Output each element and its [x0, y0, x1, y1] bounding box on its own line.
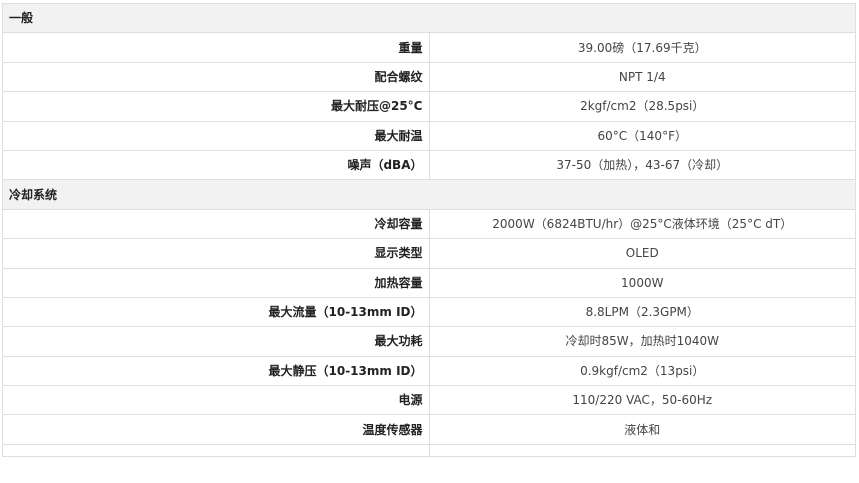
spec-table: 一般 重量 39.00磅（17.69千克） 配合螺纹 NPT 1/4 最大耐压@… [2, 2, 856, 457]
row-value: NPT 1/4 [428, 61, 856, 93]
table-row: 冷却容量 2000W（6824BTU/hr）@25°C液体环境（25°C dT） [2, 208, 856, 240]
table-row: 最大耐压@25°C 2kgf/cm2（28.5psi） [2, 91, 856, 122]
row-value: 8.8LPM（2.3GPM） [428, 296, 856, 328]
row-value: 37-50（加热），43-67（冷却） [428, 149, 856, 181]
row-value: 60°C（140°F） [428, 120, 856, 151]
section-header-general: 一般 [2, 2, 856, 34]
row-value: 冷却时85W，加热时1040W [428, 326, 856, 357]
table-row: 最大流量（10-13mm ID） 8.8LPM（2.3GPM） [2, 296, 856, 328]
row-value: 39.00磅（17.69千克） [428, 32, 856, 63]
row-label: 冷却容量 [2, 208, 430, 240]
table-row: 配合螺纹 NPT 1/4 [2, 61, 856, 93]
row-value: 1000W [428, 267, 856, 298]
table-row: 最大耐温 60°C（140°F） [2, 120, 856, 151]
table-row: 最大静压（10-13mm ID） 0.9kgf/cm2（13psi） [2, 355, 856, 387]
row-label: 配合螺纹 [2, 61, 430, 93]
row-label-empty [2, 443, 430, 457]
row-label: 最大流量（10-13mm ID） [2, 296, 430, 328]
row-value-empty [428, 443, 856, 457]
table-row-empty [2, 443, 856, 457]
table-row: 最大功耗 冷却时85W，加热时1040W [2, 326, 856, 357]
row-label: 显示类型 [2, 238, 430, 269]
row-label: 最大耐压@25°C [2, 91, 430, 122]
section-title: 一般 [2, 2, 856, 34]
row-label: 加热容量 [2, 267, 430, 298]
row-value: 液体和 [428, 414, 856, 445]
row-value: 110/220 VAC，50-60Hz [428, 385, 856, 416]
section-header-cooling-system: 冷却系统 [2, 179, 856, 210]
row-value: OLED [428, 238, 856, 269]
table-row: 重量 39.00磅（17.69千克） [2, 32, 856, 63]
table-row: 加热容量 1000W [2, 267, 856, 298]
table-row: 电源 110/220 VAC，50-60Hz [2, 385, 856, 416]
row-label: 最大静压（10-13mm ID） [2, 355, 430, 387]
row-label: 温度传感器 [2, 414, 430, 445]
row-value: 2kgf/cm2（28.5psi） [428, 91, 856, 122]
row-label: 最大功耗 [2, 326, 430, 357]
table-row: 显示类型 OLED [2, 238, 856, 269]
row-label: 电源 [2, 385, 430, 416]
table-row: 温度传感器 液体和 [2, 414, 856, 445]
row-label: 最大耐温 [2, 120, 430, 151]
row-label: 重量 [2, 32, 430, 63]
row-value: 2000W（6824BTU/hr）@25°C液体环境（25°C dT） [428, 208, 856, 240]
row-value: 0.9kgf/cm2（13psi） [428, 355, 856, 387]
table-row: 噪声（dBA） 37-50（加热），43-67（冷却） [2, 149, 856, 181]
section-title: 冷却系统 [2, 179, 856, 210]
row-label: 噪声（dBA） [2, 149, 430, 181]
